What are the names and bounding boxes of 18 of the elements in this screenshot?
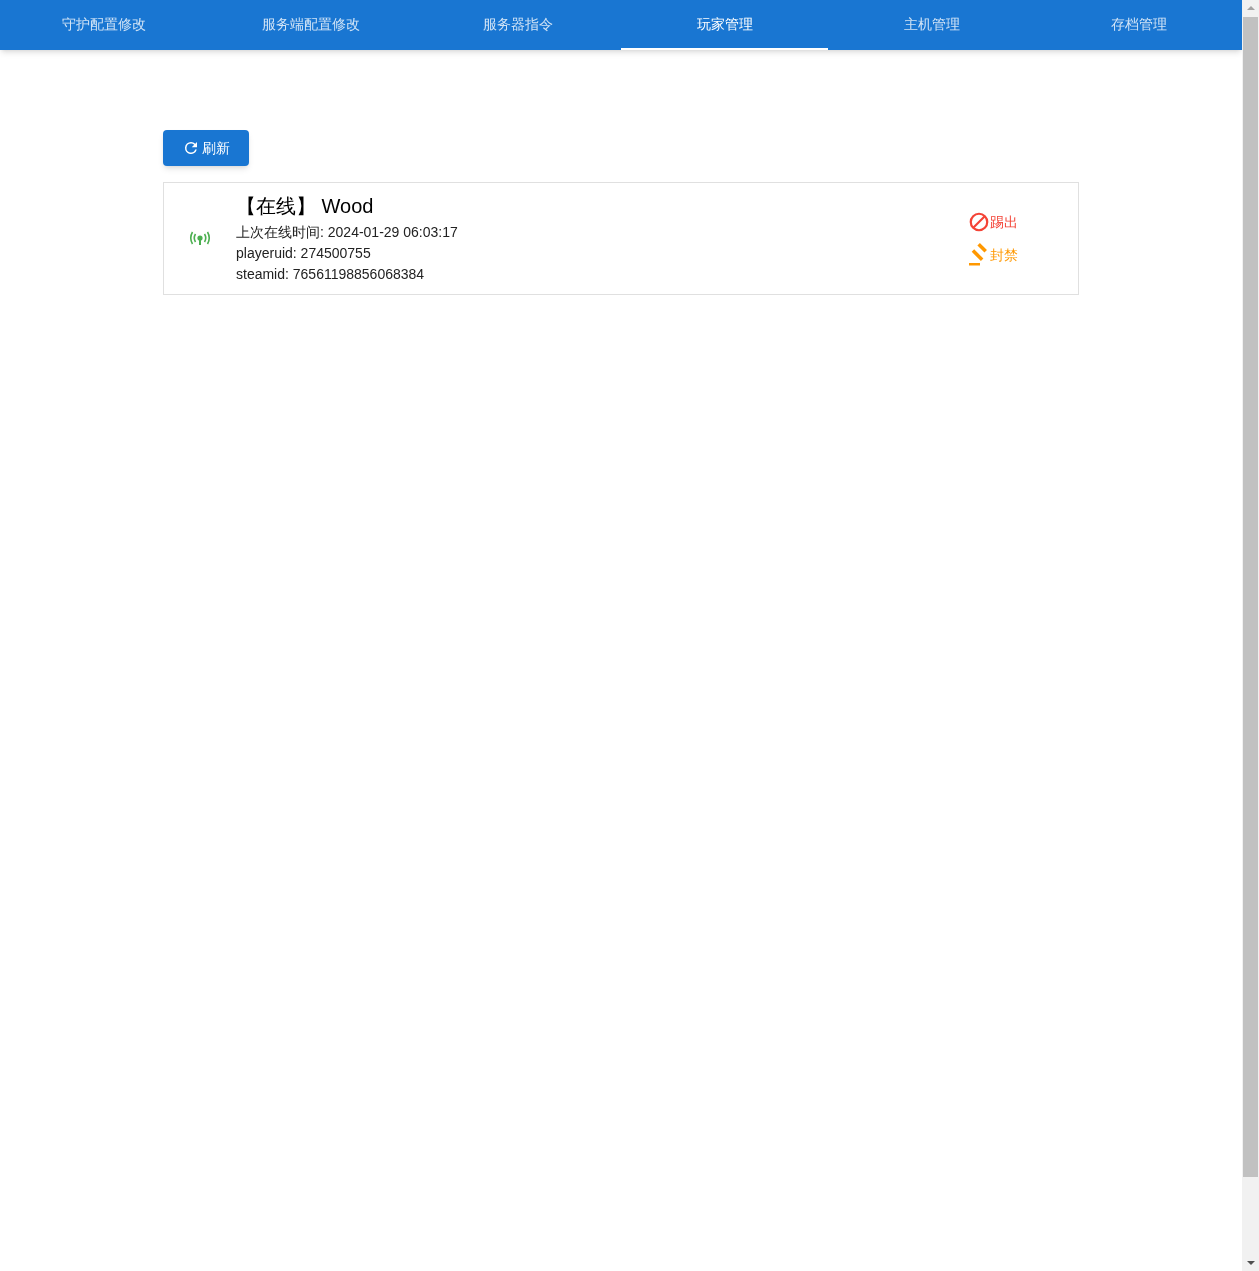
nav-tab[interactable]: 服务器指令: [414, 0, 621, 50]
nav-tab[interactable]: 守护配置修改: [0, 0, 207, 50]
scrollbar[interactable]: [1242, 0, 1259, 1271]
player-uid: playeruid: 274500755: [236, 244, 372, 263]
player-name: 【在线】 Wood: [236, 194, 375, 219]
nav-tab[interactable]: 主机管理: [828, 0, 1035, 50]
gavel-icon: [968, 242, 990, 267]
refresh-icon: [182, 139, 200, 157]
steam-id: steamid: 76561198856068384: [236, 265, 426, 284]
ban-button[interactable]: 封禁: [968, 242, 1078, 267]
nav-tab[interactable]: 服务端配置修改: [207, 0, 414, 50]
nav-tab[interactable]: 玩家管理: [621, 0, 828, 50]
refresh-button[interactable]: 刷新: [163, 130, 249, 166]
prohibited-icon: [968, 210, 990, 233]
nav-tab[interactable]: 存档管理: [1035, 0, 1242, 50]
scrollbar-thumb[interactable]: [1243, 17, 1258, 1177]
kick-button[interactable]: 踢出: [968, 210, 1078, 233]
last-online-time: 上次在线时间: 2024-01-29 06:03:17: [236, 223, 459, 242]
